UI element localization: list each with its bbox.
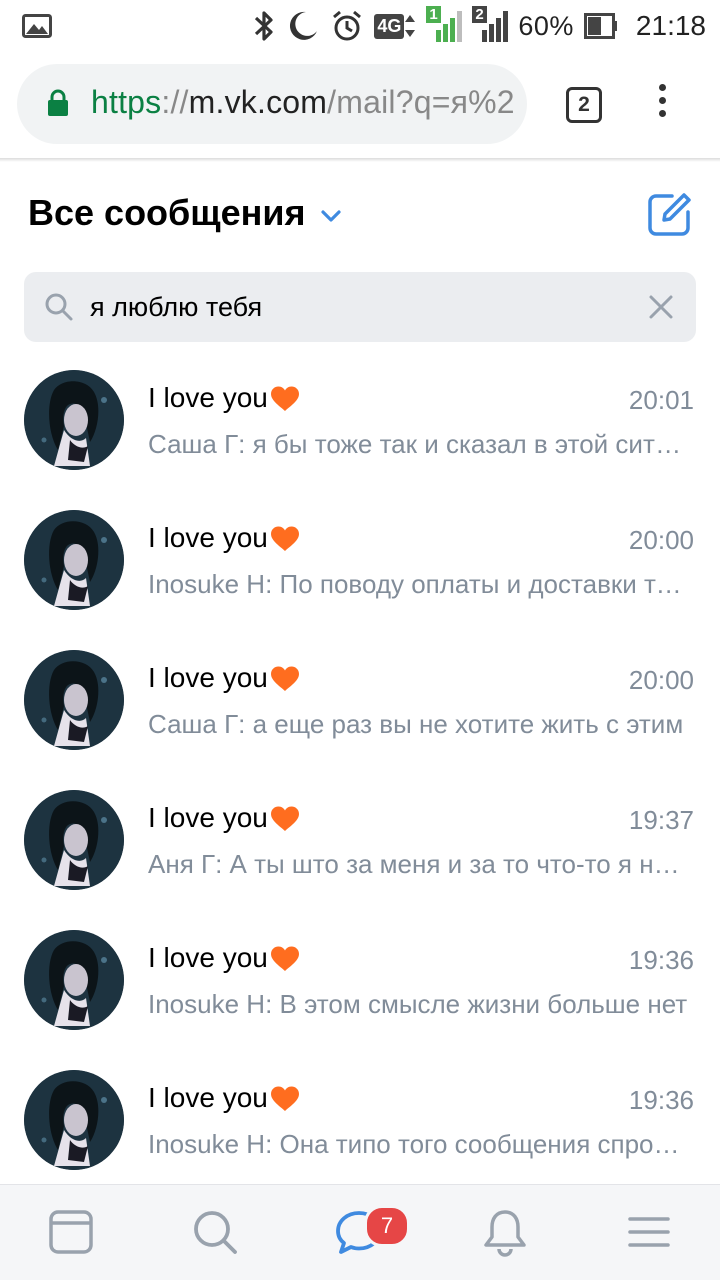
conversation-time: 19:37 xyxy=(628,805,694,835)
orange-heart-emoji-icon xyxy=(270,946,299,971)
conversation-time: 20:00 xyxy=(628,665,694,695)
compose-icon[interactable] xyxy=(646,190,694,238)
battery-percent: 60% xyxy=(518,10,574,41)
avatar[interactable] xyxy=(24,790,124,890)
conversation-title-wrap: I love you xyxy=(148,802,301,834)
conversation-time: 20:01 xyxy=(628,385,694,415)
avatar[interactable] xyxy=(24,650,124,750)
conversation-title-wrap: I love you xyxy=(148,942,301,974)
conversation-row[interactable]: I love you 20:00 Саша Г: а еще раз вы не х… xyxy=(0,630,720,770)
conversation-title: I love you xyxy=(148,942,268,973)
conversation-title-wrap: I love you xyxy=(148,522,301,554)
conversation-row[interactable]: I love you 19:36 Inosuke H: Она типо того … xyxy=(0,1050,720,1190)
avatar-art xyxy=(24,1070,124,1170)
battery-icon xyxy=(583,13,617,39)
avatar[interactable] xyxy=(24,510,124,610)
folder-selector[interactable]: Все сообщения xyxy=(28,192,342,234)
conversation-preview: Аня Г: А ты што за меня и за то что-то я… xyxy=(148,849,690,879)
conversation-preview: Inosuke H: В этом смысле жизни больше не… xyxy=(148,989,688,1019)
conversation-title-wrap: I love you xyxy=(148,1082,301,1114)
conversation-preview: Саша Г: а еще раз вы не хотите жить с эт… xyxy=(148,709,684,739)
menu-icon[interactable] xyxy=(624,1207,674,1257)
clock: 21:18 xyxy=(635,10,706,41)
bell-icon[interactable] xyxy=(480,1207,530,1257)
conversation-row[interactable]: I love you 20:00 Inosuke H: По поводу опла… xyxy=(0,490,720,630)
conversation-title: I love you xyxy=(148,382,268,413)
avatar-art xyxy=(24,510,124,610)
avatar-art xyxy=(24,650,124,750)
conversation-preview: Inosuke H: Она типо того сообщения спрос… xyxy=(148,1129,690,1159)
conversation-title-wrap: I love you xyxy=(148,662,301,694)
signal-sim2-icon: 2 xyxy=(472,6,509,44)
signal-sim1-icon: 1 xyxy=(426,6,463,44)
news-icon[interactable] xyxy=(46,1207,96,1257)
search-icon[interactable] xyxy=(190,1207,240,1257)
search-icon xyxy=(45,293,73,321)
gallery-notification-icon xyxy=(22,14,52,38)
unread-messages-badge: 7 xyxy=(364,1205,410,1247)
conversation-time: 19:36 xyxy=(628,1085,694,1115)
lock-icon xyxy=(48,89,68,116)
conversation-title-wrap: I love you xyxy=(148,382,301,414)
avatar-art xyxy=(24,370,124,470)
conversation-title: I love you xyxy=(148,802,268,833)
conversation-title: I love you xyxy=(148,1082,268,1113)
search-input[interactable] xyxy=(90,286,630,328)
conversation-time: 19:36 xyxy=(628,945,694,975)
avatar-art xyxy=(24,930,124,1030)
avatar[interactable] xyxy=(24,1070,124,1170)
clear-search-icon[interactable] xyxy=(648,294,674,320)
bottom-navigation: 7 xyxy=(0,1184,720,1280)
conversation-title: I love you xyxy=(148,522,268,553)
conversation-time: 20:00 xyxy=(628,525,694,555)
conversation-row[interactable]: I love you 20:01 Саша Г: я бы тоже так и с… xyxy=(0,350,720,490)
conversation-row[interactable]: I love you 19:36 Inosuke H: В этом смысле … xyxy=(0,910,720,1050)
conversation-preview: Саша Г: я бы тоже так и сказал в этой си… xyxy=(148,429,690,459)
avatar-art xyxy=(24,790,124,890)
orange-heart-emoji-icon xyxy=(270,526,299,551)
search-bar xyxy=(24,272,696,342)
conversation-list: I love you 20:01 Саша Г: я бы тоже так и с… xyxy=(0,350,720,1190)
page-title: Все сообщения xyxy=(28,192,306,233)
conversation-row[interactable]: I love you 19:37 Аня Г: А ты што за меня и… xyxy=(0,770,720,910)
avatar[interactable] xyxy=(24,930,124,1030)
orange-heart-emoji-icon xyxy=(270,386,299,411)
conversation-title: I love you xyxy=(148,662,268,693)
orange-heart-emoji-icon xyxy=(270,806,299,831)
bluetooth-icon xyxy=(255,11,273,41)
chevron-down-icon xyxy=(320,210,341,222)
address-bar[interactable]: https://m.vk.com/mail?q=я%2 xyxy=(17,64,527,144)
status-bar: 4G 1 2 60% 21:18 xyxy=(0,0,720,52)
orange-heart-emoji-icon xyxy=(270,666,299,691)
do-not-disturb-moon-icon xyxy=(290,11,318,40)
browser-toolbar: https://m.vk.com/mail?q=я%2 2 xyxy=(0,52,720,160)
avatar[interactable] xyxy=(24,370,124,470)
orange-heart-emoji-icon xyxy=(270,1086,299,1111)
toolbar-divider xyxy=(0,158,720,162)
url-text: https://m.vk.com/mail?q=я%2 xyxy=(91,84,515,120)
conversation-preview: Inosuke H: По поводу оплаты и доставки т… xyxy=(148,569,690,599)
network-4g-icon: 4G xyxy=(374,13,416,39)
alarm-icon xyxy=(333,10,362,41)
tab-switcher-button[interactable]: 2 xyxy=(566,87,602,123)
more-menu-icon[interactable] xyxy=(652,84,672,124)
